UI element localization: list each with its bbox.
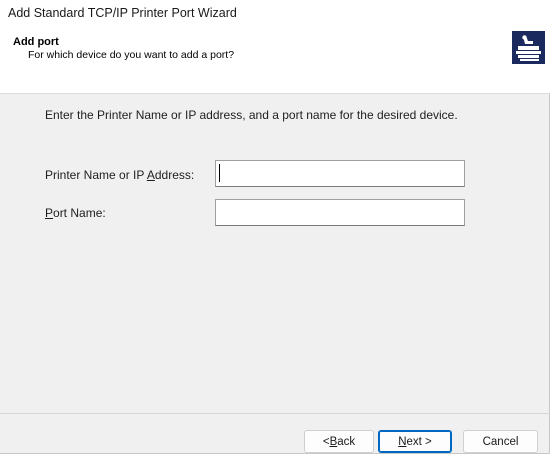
printer-name-label: Printer Name or IP Address:: [45, 168, 195, 182]
back-button[interactable]: < Back: [304, 430, 374, 453]
port-name-label: Port Name:: [45, 206, 106, 220]
page-subtitle: For which device do you want to add a po…: [28, 49, 235, 61]
wizard-window: Add Standard TCP/IP Printer Port Wizard …: [0, 0, 550, 454]
page-title: Add port: [13, 36, 59, 48]
window-title: Add Standard TCP/IP Printer Port Wizard: [8, 6, 237, 20]
wizard-header: Add port For which device do you want to…: [0, 28, 550, 94]
next-button[interactable]: Next >: [378, 430, 452, 453]
footer-divider: [0, 413, 550, 414]
printer-name-input[interactable]: [215, 160, 465, 187]
port-name-input[interactable]: [215, 199, 465, 226]
cancel-button[interactable]: Cancel: [463, 430, 538, 453]
instruction-text: Enter the Printer Name or IP address, an…: [45, 108, 458, 122]
printer-wizard-icon: [512, 31, 545, 64]
title-bar[interactable]: Add Standard TCP/IP Printer Port Wizard: [0, 0, 550, 28]
text-caret: [219, 164, 220, 182]
